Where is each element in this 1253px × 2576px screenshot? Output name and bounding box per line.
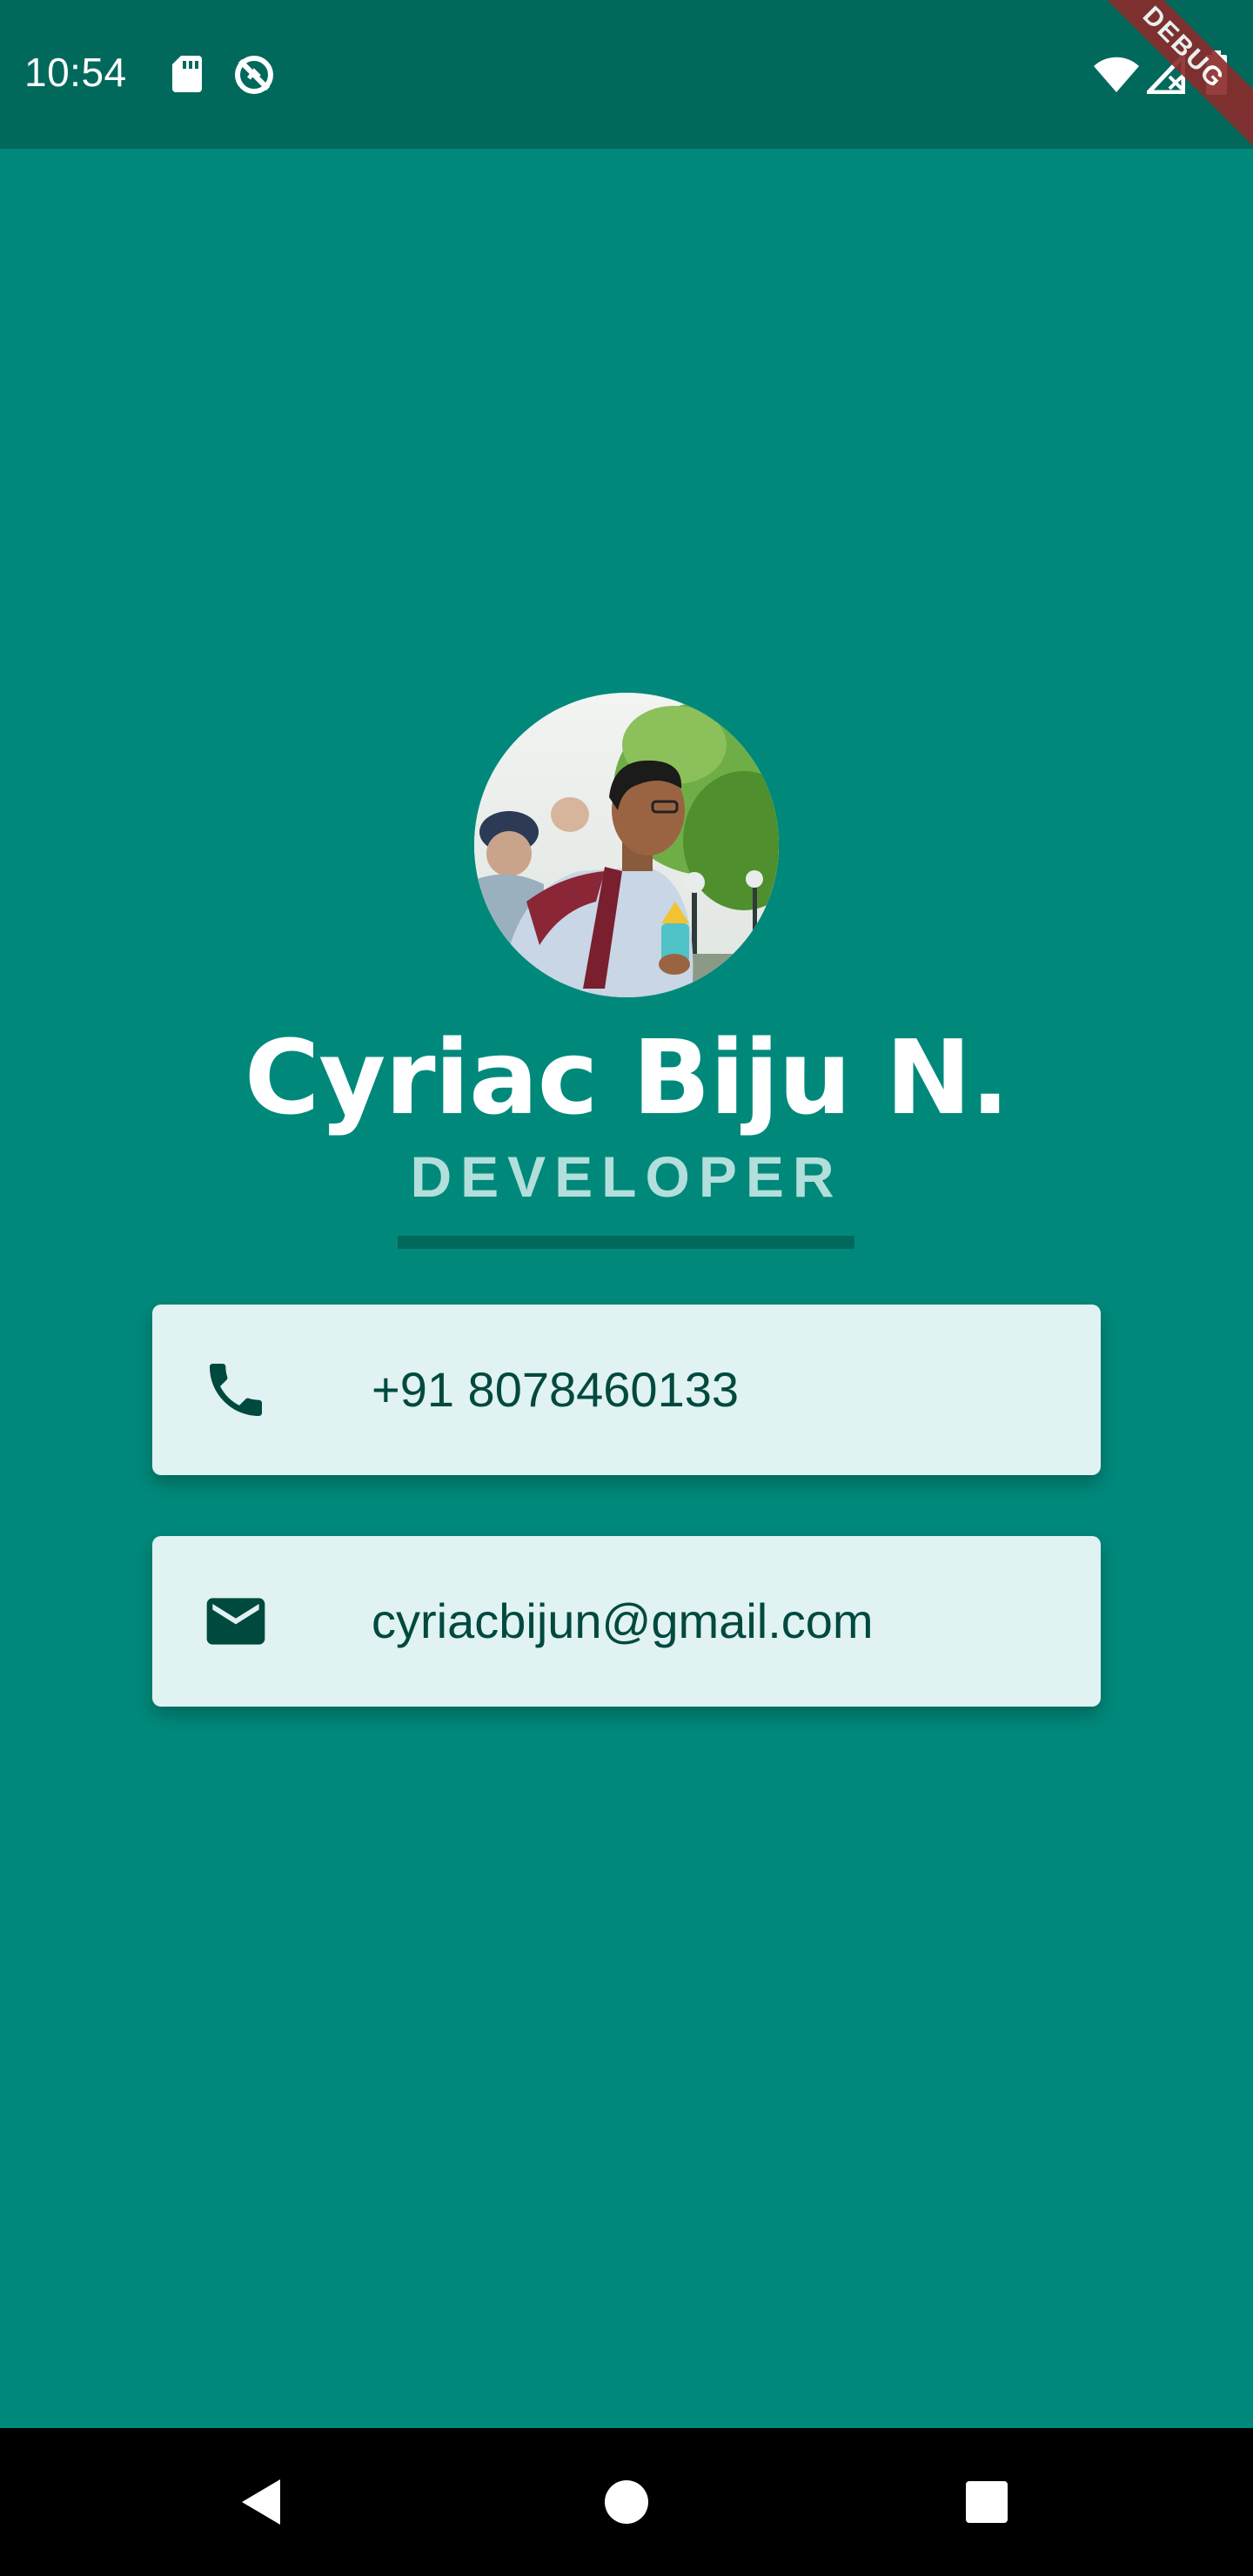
profile-title: DEVELOPER bbox=[410, 1144, 843, 1209]
status-time: 10:54 bbox=[24, 50, 127, 95]
phone-number: +91 8078460133 bbox=[372, 1362, 739, 1417]
back-icon bbox=[242, 2479, 280, 2525]
email-card[interactable]: cyriacbijun@gmail.com bbox=[152, 1536, 1101, 1707]
phone-card[interactable]: +91 8078460133 bbox=[152, 1305, 1101, 1475]
profile-name: Cyriac Biju N. bbox=[244, 1017, 1009, 1137]
phone-icon bbox=[201, 1355, 271, 1425]
recents-icon bbox=[966, 2481, 1008, 2523]
profile-photo bbox=[474, 693, 779, 997]
navigation-bar bbox=[0, 2428, 1253, 2576]
back-button[interactable] bbox=[209, 2428, 313, 2576]
sync-disabled-icon bbox=[231, 52, 277, 102]
app-screen: 10:54 DEBUG Cyriac Biju N. DEVELOPER +91… bbox=[0, 0, 1253, 2576]
home-button[interactable] bbox=[574, 2428, 679, 2576]
mail-icon bbox=[201, 1587, 271, 1656]
status-bar: 10:54 DEBUG bbox=[0, 0, 1253, 155]
divider bbox=[398, 1236, 854, 1249]
wifi-icon bbox=[1092, 56, 1141, 98]
avatar bbox=[474, 693, 779, 997]
sd-card-icon bbox=[171, 54, 204, 98]
home-icon bbox=[605, 2480, 648, 2524]
recents-button[interactable] bbox=[935, 2428, 1039, 2576]
email-address: cyriacbijun@gmail.com bbox=[372, 1593, 874, 1648]
